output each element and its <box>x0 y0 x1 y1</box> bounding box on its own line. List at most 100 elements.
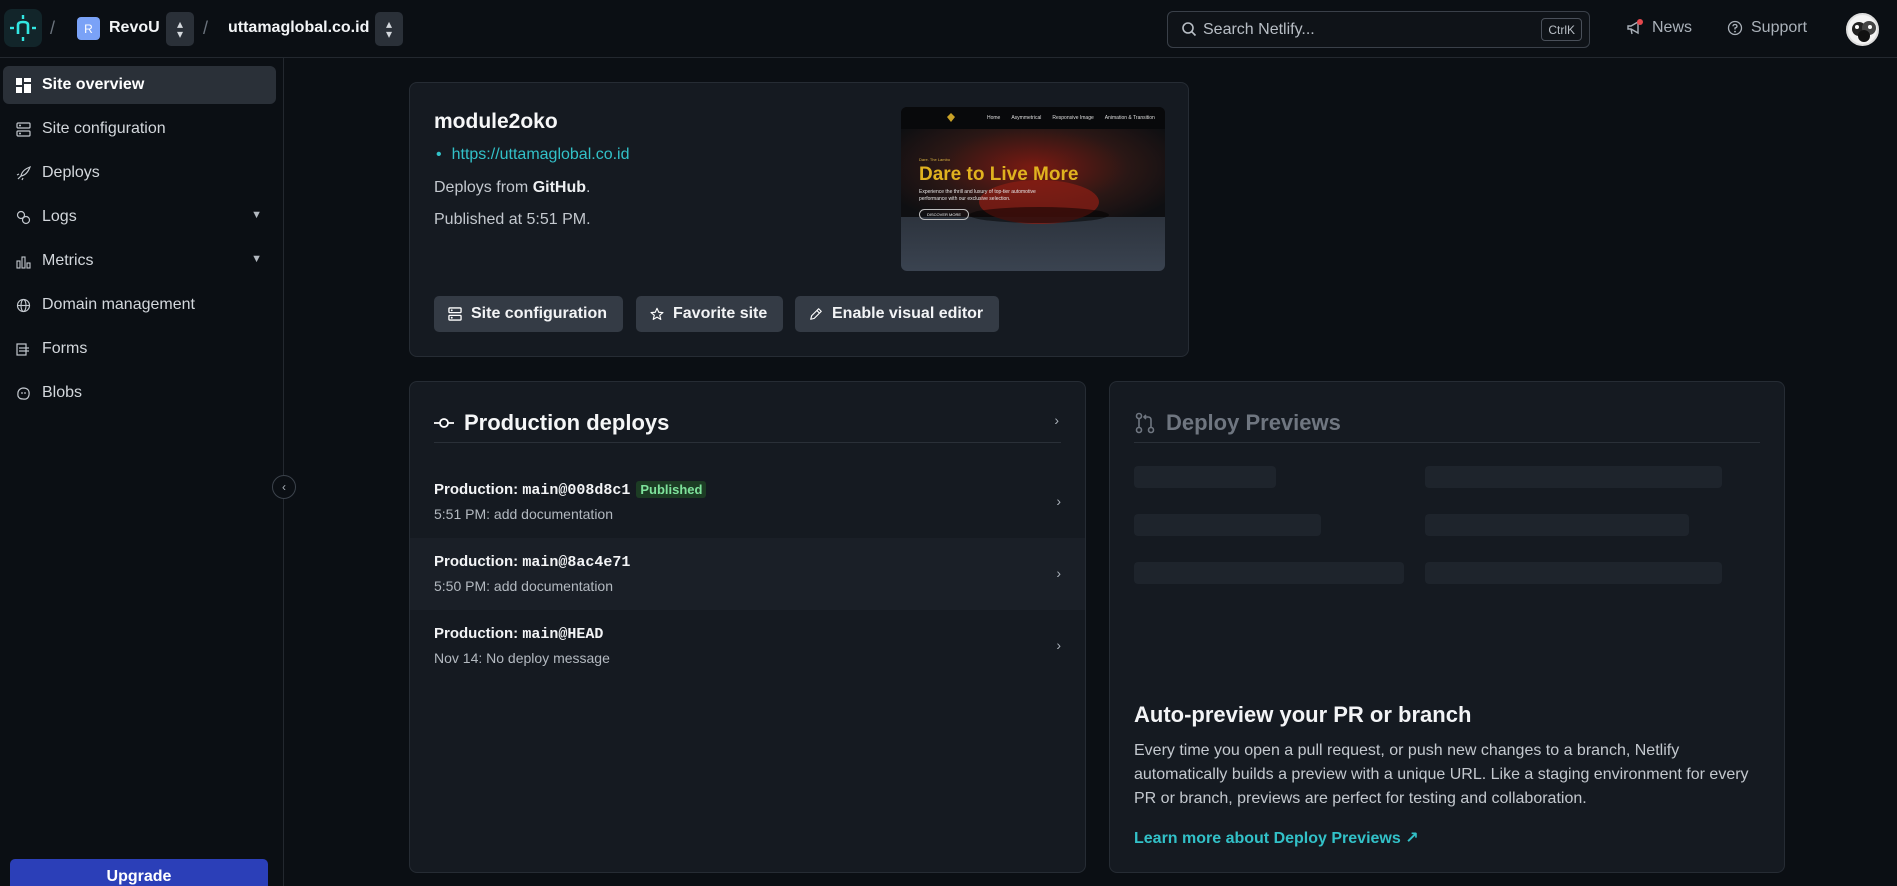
thumbnail-headline: Dare to Live More <box>919 164 1079 185</box>
auto-preview-description: Every time you open a pull request, or p… <box>1134 742 1749 807</box>
top-bar: / R RevoU ▴ ▾ / uttamaglobal.co.id ▴ ▾ Sea… <box>0 0 1897 58</box>
deploy-row-detail: 5:50 PM: add documentation <box>434 578 614 594</box>
deploy-row-prefix: Production: <box>434 553 519 570</box>
logs-icon <box>15 209 31 225</box>
chevron-down-icon: ▾ <box>176 27 184 41</box>
news-label: News <box>1652 19 1693 36</box>
deploy-source: Deploys from GitHub. <box>434 179 590 197</box>
git-commit-icon <box>434 418 454 428</box>
thumbnail-nav-item: Animation & Transition <box>1104 115 1155 121</box>
section-title-text: Production deploys <box>464 410 670 435</box>
learn-more-deploy-previews-link[interactable]: Learn more about Deploy Previews ↗ <box>1134 828 1419 848</box>
sidebar-item-site-configuration[interactable]: Site configuration <box>3 110 276 148</box>
deploy-row[interactable]: Production: main@008d8c1 Published 5:51 P… <box>410 466 1085 538</box>
sidebar-item-blobs[interactable]: Blobs <box>3 374 276 412</box>
loading-skeleton <box>1134 466 1276 488</box>
production-deploys-title[interactable]: Production deploys <box>434 410 669 436</box>
chevron-down-icon: ▼ <box>251 209 262 221</box>
rocket-icon <box>15 165 31 181</box>
loading-skeleton <box>1134 562 1404 584</box>
site-overview-card: module2oko https://uttamaglobal.co.id De… <box>409 82 1189 357</box>
chevron-right-icon: › <box>1056 565 1061 581</box>
deploy-row-prefix: Production: <box>434 481 519 498</box>
megaphone-icon <box>1627 19 1643 35</box>
sidebar-item-metrics[interactable]: Metrics ▼ <box>3 242 276 280</box>
site-switcher-button[interactable]: ▴ ▾ <box>375 12 403 46</box>
thumbnail-nav-item: Asymmetrical <box>1011 115 1042 121</box>
support-link[interactable]: Support <box>1727 19 1807 37</box>
sidebar-item-deploys[interactable]: Deploys <box>3 154 276 192</box>
production-deploys-card: Production deploys › Production: main@00… <box>409 381 1086 873</box>
thumbnail-nav-item: Responsive Image <box>1052 115 1094 121</box>
sidebar-item-label: Metrics <box>42 252 94 269</box>
thumbnail-nav-item: Home <box>987 115 1001 121</box>
chevron-down-icon: ▼ <box>251 253 262 265</box>
chevron-right-icon[interactable]: › <box>1054 412 1059 428</box>
button-label: Favorite site <box>673 305 768 322</box>
team-avatar: R <box>77 17 100 40</box>
star-icon <box>650 307 664 320</box>
deploy-row-prefix: Production: <box>434 625 519 642</box>
site-preview-thumbnail[interactable]: Home Asymmetrical Responsive Image Anima… <box>901 107 1165 271</box>
sidebar-item-label: Logs <box>42 208 77 225</box>
site-configuration-button[interactable]: Site configuration <box>434 296 623 332</box>
settings-sliders-icon <box>448 307 462 321</box>
button-label: Site configuration <box>471 305 607 322</box>
chevron-right-icon: › <box>1056 493 1061 509</box>
site-name: module2oko <box>434 110 558 133</box>
deploy-source-name[interactable]: GitHub <box>533 179 586 196</box>
globe-icon <box>15 297 31 313</box>
sidebar-item-label: Site overview <box>42 76 145 93</box>
divider <box>1134 442 1760 443</box>
published-badge: Published <box>636 481 707 498</box>
blob-icon <box>15 385 31 401</box>
sidebar-item-site-overview[interactable]: Site overview <box>3 66 276 104</box>
help-circle-icon <box>1727 20 1743 36</box>
site-domain[interactable]: uttamaglobal.co.id <box>228 19 369 37</box>
search-placeholder: Search Netlify... <box>1203 21 1315 38</box>
chevron-right-icon: › <box>1056 637 1061 653</box>
deploy-row-ref: main@HEAD <box>522 626 604 643</box>
sidebar-item-label: Forms <box>42 340 88 357</box>
thumbnail-tagline: Experience the thrill and luxury of top-… <box>919 189 1036 202</box>
sidebar-item-forms[interactable]: Forms <box>3 330 276 368</box>
deploy-previews-card: Deploy Previews Auto-preview your PR or … <box>1109 381 1785 873</box>
deploy-row-ref: main@8ac4e71 <box>522 554 631 571</box>
thumbnail-nav: Home Asymmetrical Responsive Image Anima… <box>987 115 1155 121</box>
collapse-sidebar-button[interactable]: ‹ <box>272 475 296 499</box>
sidebar-item-label: Site configuration <box>42 120 166 137</box>
search-input[interactable]: Search Netlify... CtrlK <box>1167 11 1590 48</box>
thumbnail-cta: DISCOVER MORE <box>919 209 970 220</box>
enable-visual-editor-button[interactable]: Enable visual editor <box>795 296 1000 332</box>
upgrade-button[interactable]: Upgrade <box>10 859 268 886</box>
dashboard-icon <box>15 77 31 93</box>
favorite-site-button[interactable]: Favorite site <box>636 296 784 332</box>
loading-skeleton <box>1425 466 1722 488</box>
loading-skeleton <box>1425 514 1689 536</box>
loading-skeleton <box>1425 562 1722 584</box>
loading-skeleton <box>1134 514 1321 536</box>
pencil-icon <box>810 308 822 320</box>
divider <box>434 442 1061 443</box>
chevron-down-icon: ▾ <box>385 27 393 41</box>
news-link[interactable]: News <box>1626 19 1692 37</box>
netlify-logo-icon[interactable] <box>4 9 42 47</box>
deploy-previews-title: Deploy Previews <box>1134 410 1341 436</box>
sidebar-item-logs[interactable]: Logs ▼ <box>3 198 276 236</box>
deploy-source-prefix: Deploys from <box>434 179 529 196</box>
user-avatar[interactable] <box>1846 13 1879 46</box>
sidebar-item-label: Deploys <box>42 164 100 181</box>
deploy-row[interactable]: Production: main@8ac4e71 5:50 PM: add do… <box>410 538 1085 610</box>
team-name[interactable]: RevoU <box>109 19 160 37</box>
bar-chart-icon <box>15 253 31 269</box>
breadcrumb-separator: / <box>50 18 56 38</box>
deploy-row[interactable]: Production: main@HEAD Nov 14: No deploy … <box>410 610 1085 682</box>
support-label: Support <box>1751 19 1808 36</box>
button-label: Enable visual editor <box>832 305 984 322</box>
sidebar-item-domain-management[interactable]: Domain management <box>3 286 276 324</box>
forms-icon <box>15 341 31 357</box>
team-switcher-button[interactable]: ▴ ▾ <box>166 12 194 46</box>
chevron-left-icon: ‹ <box>282 480 286 494</box>
site-url-link[interactable]: https://uttamaglobal.co.id <box>436 146 630 164</box>
search-icon <box>1182 22 1197 37</box>
